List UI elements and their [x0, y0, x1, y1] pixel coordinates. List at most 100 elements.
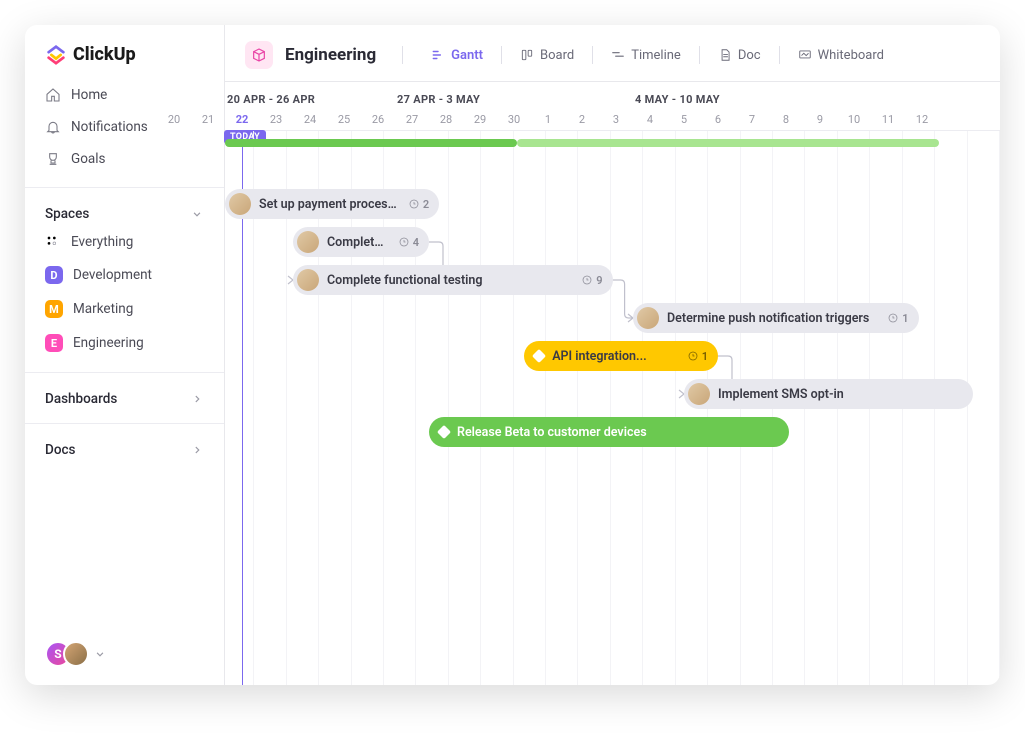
day-label: 2 [565, 108, 599, 130]
cube-icon [251, 47, 267, 63]
task-label: Determine push notification triggers [667, 311, 869, 326]
space-badge: D [45, 266, 63, 284]
chevron-right-icon [190, 392, 204, 406]
gantt-icon [431, 48, 445, 62]
task-label: Implement SMS opt-in [718, 387, 844, 402]
gantt-task-bar[interactable]: Complete functional testing9 [293, 265, 613, 295]
dashboards-link[interactable]: Dashboards [25, 385, 224, 411]
tab-label: Gantt [451, 48, 483, 63]
day-label: 30 [497, 108, 531, 130]
subtask-count: 2 [408, 198, 429, 211]
chevron-right-icon [190, 443, 204, 457]
day-label: 4 [633, 108, 667, 130]
avatar [63, 641, 89, 667]
divider [779, 46, 780, 64]
day-label: 21 [191, 108, 225, 130]
clickup-logo-icon [45, 43, 67, 65]
week-label: 27 APR - 3 MAY [395, 82, 633, 108]
divider [25, 372, 224, 373]
user-avatars[interactable]: S [25, 623, 224, 685]
divider [402, 46, 403, 64]
day-label: 23 [259, 108, 293, 130]
task-label: Complete functio... [327, 235, 390, 250]
avatar [297, 231, 319, 253]
sidebar-item-marketing[interactable]: M Marketing [25, 292, 224, 326]
gantt-task-bar[interactable]: Determine push notification triggers 1 [633, 303, 919, 333]
tab-timeline[interactable]: Timeline [601, 42, 691, 69]
space-label: Marketing [73, 301, 133, 317]
sidebar-nav-goals[interactable]: Goals [37, 143, 212, 175]
subtask-count: 1 [887, 312, 908, 325]
space-label: Engineering [73, 335, 144, 351]
space-avatar[interactable] [245, 41, 273, 69]
subtask-icon [408, 198, 420, 210]
space-label: Everything [71, 234, 133, 250]
space-badge: E [45, 334, 63, 352]
day-label: 22 [225, 108, 259, 130]
tab-gantt[interactable]: Gantt [421, 42, 493, 69]
chevron-down-icon [190, 207, 204, 221]
day-label: 11 [871, 108, 905, 130]
subtask-icon [398, 236, 410, 248]
avatar [229, 193, 251, 215]
view-tabs: Gantt Board Timeline Doc [421, 42, 894, 69]
day-label: 7 [735, 108, 769, 130]
divider [25, 423, 224, 424]
task-label: Release Beta to customer devices [457, 425, 647, 440]
divider [592, 46, 593, 64]
milestone-diamond-icon [532, 349, 546, 363]
sidebar-item-engineering[interactable]: E Engineering [25, 326, 224, 360]
timeline-header: 20 APR - 26 APR27 APR - 3 MAY4 MAY - 10 … [225, 82, 1000, 131]
day-label: 8 [769, 108, 803, 130]
day-label: 20 [157, 108, 191, 130]
day-row: 2021222324252627282930123456789101112 [225, 108, 1000, 130]
sidebar-item-everything[interactable]: Everything [25, 226, 224, 258]
gantt-task-bar[interactable]: Implement SMS opt-in [684, 379, 973, 409]
divider [25, 187, 224, 188]
milestone-diamond-icon [437, 425, 451, 439]
day-label: 10 [837, 108, 871, 130]
day-label: 12 [905, 108, 939, 130]
progress-bar [225, 139, 517, 147]
day-label: 29 [463, 108, 497, 130]
subtask-count: 1 [687, 350, 708, 363]
tab-label: Timeline [631, 48, 681, 63]
week-label: 20 APR - 26 APR [157, 82, 395, 108]
avatar [297, 269, 319, 291]
divider [699, 46, 700, 64]
gantt-task-bar[interactable]: Complete functio... 4 [293, 227, 429, 257]
tab-doc[interactable]: Doc [708, 42, 771, 69]
doc-icon [718, 48, 732, 62]
gantt-task-bar[interactable]: API integration...1 [524, 341, 718, 371]
dashboards-label: Dashboards [45, 391, 117, 407]
gantt-task-bar[interactable]: Set up payment processing2 [225, 189, 439, 219]
brand-logo[interactable]: ClickUp [25, 25, 224, 79]
grid-icon [45, 234, 61, 250]
tab-board[interactable]: Board [510, 42, 584, 69]
space-badge: M [45, 300, 63, 318]
spaces-heading[interactable]: Spaces [25, 200, 224, 226]
tab-label: Board [540, 48, 574, 63]
space-label: Development [73, 267, 152, 283]
whiteboard-icon [798, 48, 812, 62]
docs-link[interactable]: Docs [25, 436, 224, 462]
gantt-task-bar[interactable]: Release Beta to customer devices [429, 417, 789, 447]
day-label: 9 [803, 108, 837, 130]
nav-label: Notifications [71, 119, 148, 135]
subtask-icon [687, 350, 699, 362]
day-label: 24 [293, 108, 327, 130]
nav-label: Home [71, 87, 107, 103]
chevron-down-icon [93, 647, 107, 661]
tab-label: Whiteboard [818, 48, 884, 63]
trophy-icon [45, 151, 61, 167]
sidebar-item-development[interactable]: D Development [25, 258, 224, 292]
gantt-chart[interactable]: Set up payment processing2 Complete funct… [225, 131, 1000, 685]
day-label: 28 [429, 108, 463, 130]
subtask-icon [581, 274, 593, 286]
subtask-count: 4 [398, 236, 419, 249]
timeline-icon [611, 48, 625, 62]
tab-label: Doc [738, 48, 761, 63]
day-label: 27 [395, 108, 429, 130]
week-row: 20 APR - 26 APR27 APR - 3 MAY4 MAY - 10 … [225, 82, 1000, 108]
tab-whiteboard[interactable]: Whiteboard [788, 42, 894, 69]
